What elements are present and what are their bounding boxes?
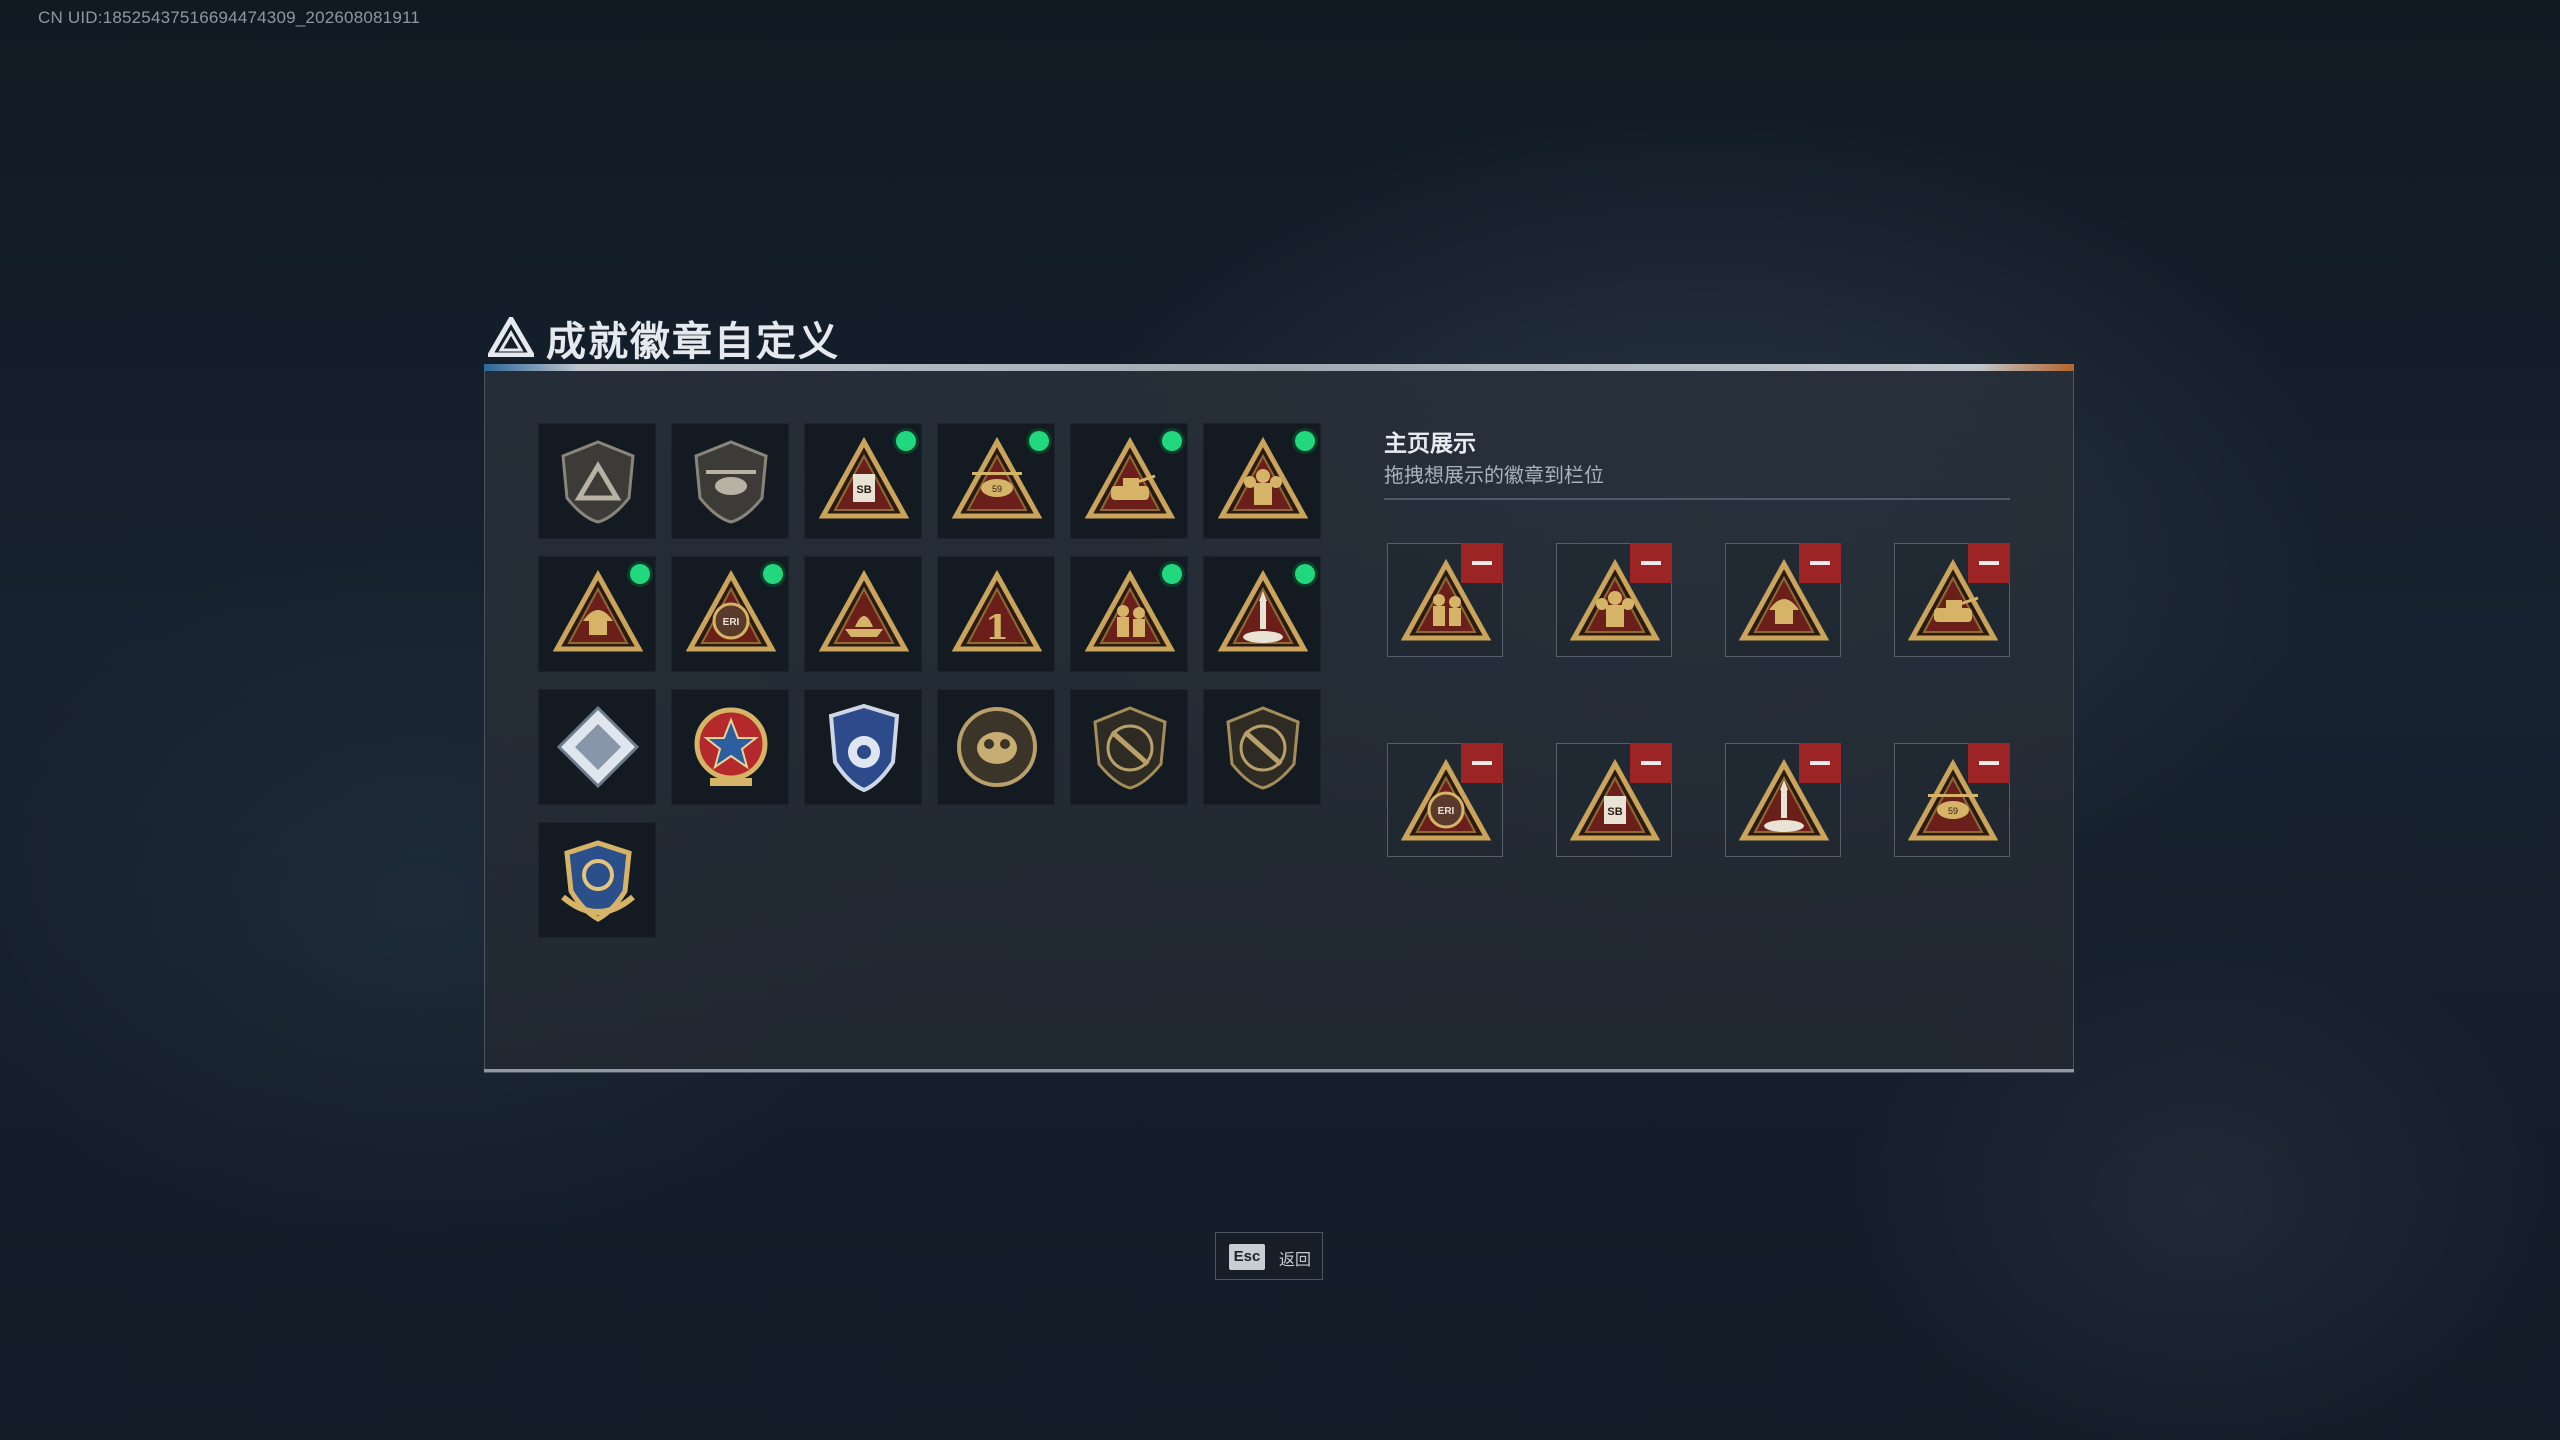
- badge-tile-circuit-diamond[interactable]: [538, 689, 656, 805]
- showcase-title: 主页展示: [1384, 431, 1476, 457]
- svg-text:59: 59: [992, 484, 1002, 494]
- badge-tile-delta-shield[interactable]: [538, 423, 656, 539]
- minus-icon[interactable]: [1968, 743, 2010, 783]
- badge-tile-tank[interactable]: [1070, 423, 1188, 539]
- svg-text:ERI: ERI: [1438, 806, 1455, 817]
- badge-tile-rocket-launch[interactable]: [1203, 556, 1321, 672]
- minus-icon[interactable]: [1968, 543, 2010, 583]
- showcase-slot-1[interactable]: [1387, 543, 1503, 657]
- squad-badge-icon: [1218, 436, 1308, 519]
- back-label: 返回: [1279, 1250, 1312, 1269]
- back-button[interactable]: Esc 返回: [1215, 1232, 1323, 1280]
- showcase-slot-7[interactable]: [1725, 743, 1841, 857]
- badge-tile-soldier-helmet[interactable]: [538, 556, 656, 672]
- new-indicator-dot: [1295, 431, 1315, 451]
- badge-tile-gas-mask-coin[interactable]: [937, 689, 1055, 805]
- tank-badge-icon: [1085, 436, 1175, 519]
- panel-top-border: [484, 364, 2074, 371]
- panel-bottom-border: [484, 1069, 2074, 1072]
- badge-tile-eri-globe[interactable]: ERI: [671, 556, 789, 672]
- circuit-diamond-badge-icon: [556, 705, 640, 789]
- new-indicator-dot: [630, 564, 650, 584]
- badge-tile-rifle-shield-dark[interactable]: [1203, 689, 1321, 805]
- minus-icon[interactable]: [1799, 743, 1841, 783]
- svg-text:1: 1: [985, 608, 1009, 648]
- svg-text:SB: SB: [1607, 806, 1622, 818]
- delta-logo-icon: [488, 317, 534, 357]
- badge-tile-police-shield[interactable]: [804, 689, 922, 805]
- svg-text:ERI: ERI: [723, 617, 740, 628]
- rifle-shield-badge-icon: [1093, 706, 1167, 790]
- sb-tower-badge-icon: SB: [819, 436, 909, 519]
- svg-text:SB: SB: [856, 484, 871, 496]
- star-medal-badge-icon: [694, 707, 768, 786]
- badge-tile-wings-crest[interactable]: [538, 822, 656, 938]
- new-indicator-dot: [1162, 564, 1182, 584]
- badge-tile-sb-tower[interactable]: SB: [804, 423, 922, 539]
- minus-icon[interactable]: [1630, 743, 1672, 783]
- showcase-slot-8[interactable]: 59: [1894, 743, 2010, 857]
- delta-shield-badge-icon: [561, 440, 635, 524]
- badge-tile-infantry[interactable]: [1070, 556, 1188, 672]
- infantry-badge-icon: [1085, 569, 1175, 652]
- helicopter-shield-badge-icon: [694, 440, 768, 524]
- page-title: 成就徽章自定义: [546, 319, 840, 365]
- uid-label: CN UID:18525437516694474309_202608081911: [38, 8, 421, 27]
- gas-mask-coin-badge-icon: [957, 707, 1037, 787]
- new-indicator-dot: [1162, 431, 1182, 451]
- ship-badge-icon: [819, 569, 909, 652]
- badge-tile-ship[interactable]: [804, 556, 922, 672]
- new-indicator-dot: [1295, 564, 1315, 584]
- showcase-slot-5[interactable]: ERI: [1387, 743, 1503, 857]
- police-shield-badge-icon: [828, 703, 900, 792]
- helicopter-59-badge-icon: 59: [952, 436, 1042, 519]
- eri-globe-badge-icon: ERI: [686, 569, 776, 652]
- showcase-slot-4[interactable]: [1894, 543, 2010, 657]
- rifle-shield-dark-badge-icon: [1226, 706, 1300, 790]
- showcase-slot-2[interactable]: [1556, 543, 1672, 657]
- minus-icon[interactable]: [1799, 543, 1841, 583]
- soldier-helmet-badge-icon: [553, 569, 643, 652]
- showcase-slot-6[interactable]: SB: [1556, 743, 1672, 857]
- rocket-launch-badge-icon: [1218, 569, 1308, 652]
- showcase-slot-3[interactable]: [1725, 543, 1841, 657]
- badge-tile-squad[interactable]: [1203, 423, 1321, 539]
- esc-key-hint: Esc: [1229, 1244, 1265, 1270]
- showcase-subtitle: 拖拽想展示的徽章到栏位: [1384, 463, 1604, 487]
- badge-tile-number-one[interactable]: 1: [937, 556, 1055, 672]
- badge-tile-helicopter-shield[interactable]: [671, 423, 789, 539]
- badge-tile-rifle-shield[interactable]: [1070, 689, 1188, 805]
- number-one-badge-icon: 1: [952, 569, 1042, 652]
- page-header: 成就徽章自定义: [484, 303, 1084, 365]
- new-indicator-dot: [896, 431, 916, 451]
- showcase-divider: [1384, 498, 2010, 500]
- new-indicator-dot: [763, 564, 783, 584]
- new-indicator-dot: [1029, 431, 1049, 451]
- minus-icon[interactable]: [1461, 543, 1503, 583]
- badge-tile-star-medal[interactable]: [671, 689, 789, 805]
- minus-icon[interactable]: [1461, 743, 1503, 783]
- wings-crest-badge-icon: [561, 840, 635, 922]
- badge-tile-helicopter-59[interactable]: 59: [937, 423, 1055, 539]
- minus-icon[interactable]: [1630, 543, 1672, 583]
- svg-text:59: 59: [1948, 806, 1958, 816]
